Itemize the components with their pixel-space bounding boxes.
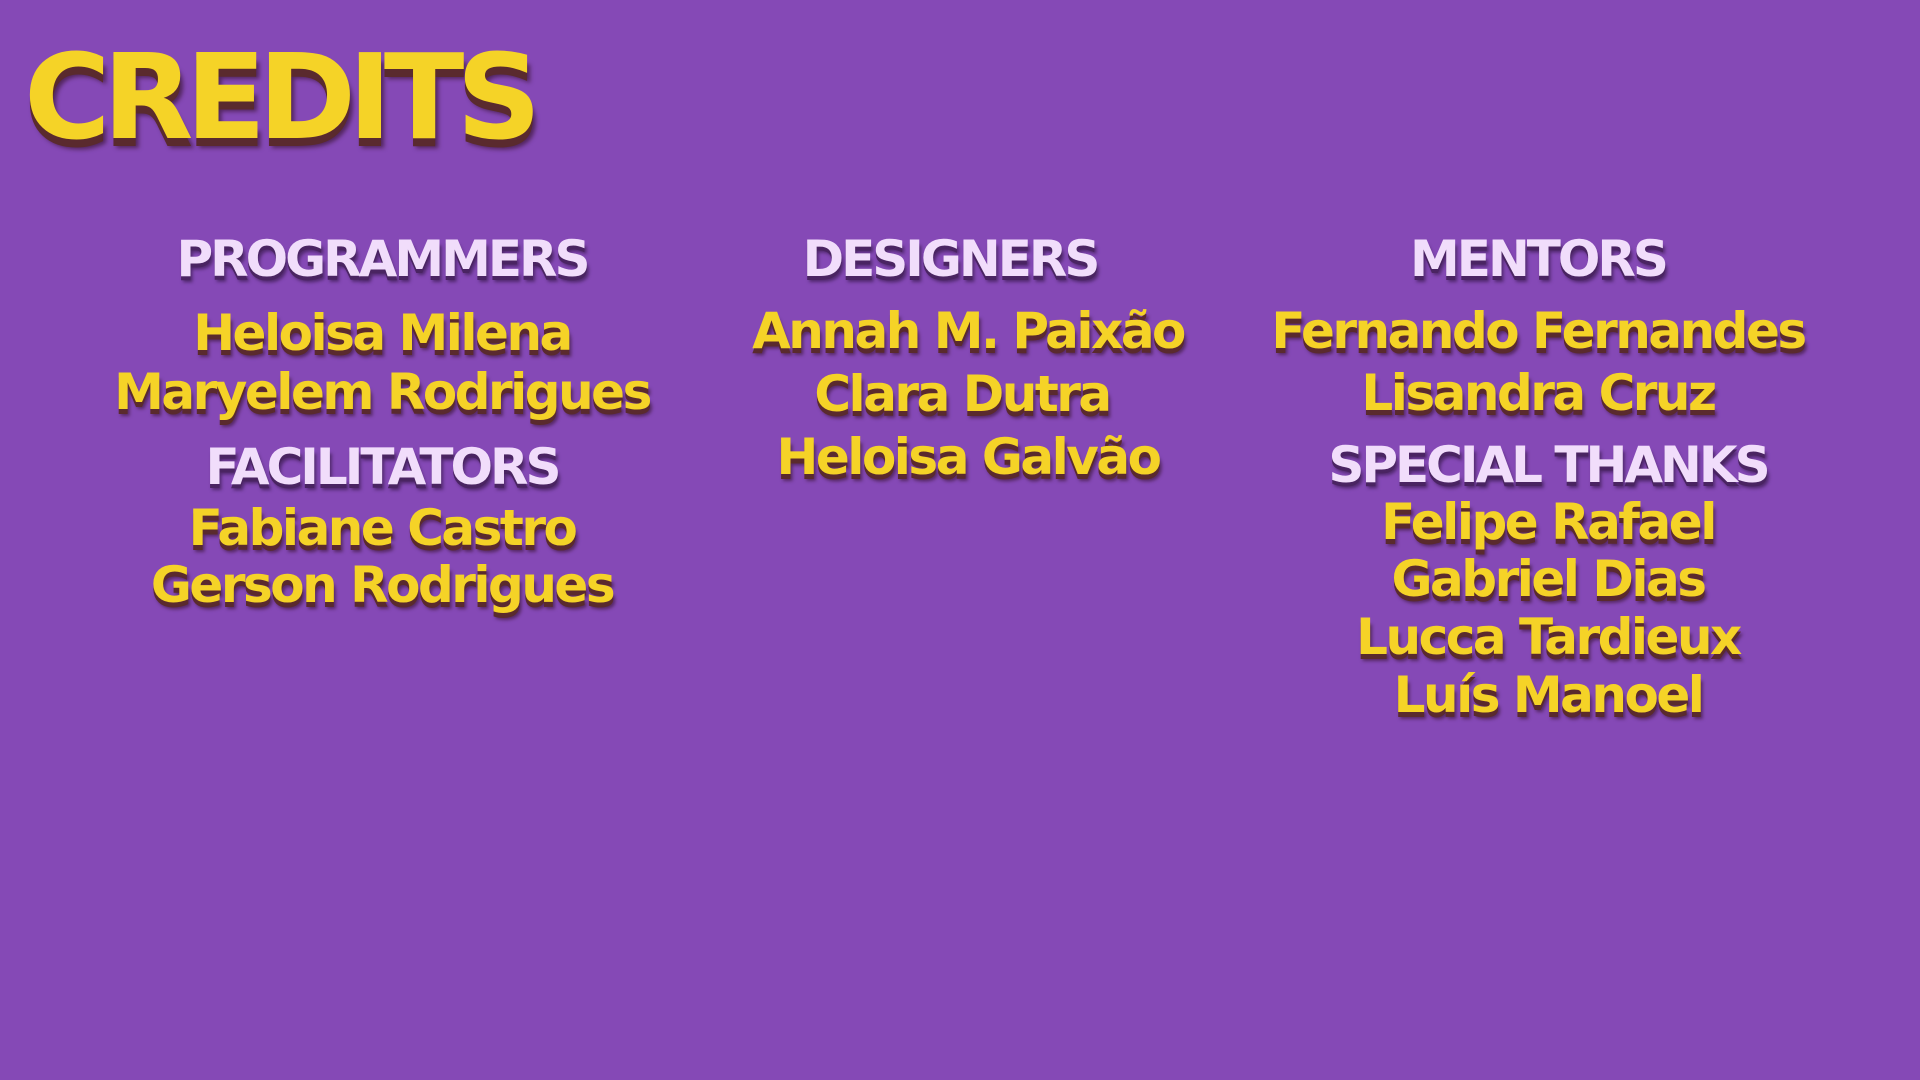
special-thanks-name: Gabriel Dias — [1391, 550, 1707, 608]
special-thanks-name: Luís Manoel — [1393, 666, 1705, 724]
designer-name: Annah M. Paixão — [752, 302, 1186, 360]
mentors-section: MENTORS Fernando Fernandes Lisandra Cruz… — [1228, 0, 1868, 1080]
special-thanks-heading: SPECIAL THANKS — [1328, 436, 1770, 494]
designers-heading: DESIGNERS — [802, 230, 1101, 288]
special-thanks-name: Lucca Tardieux — [1356, 608, 1742, 666]
designers-section: DESIGNERS Annah M. Paixão Clara Dutra He… — [648, 0, 1288, 1080]
programmer-name: Maryelem Rodrigues — [114, 363, 652, 421]
programmers-heading: PROGRAMMERS — [176, 230, 590, 288]
mentors-heading: MENTORS — [1410, 230, 1669, 288]
special-thanks-name: Felipe Rafael — [1381, 493, 1717, 551]
mentor-name: Lisandra Cruz — [1361, 364, 1717, 422]
facilitator-name: Gerson Rodrigues — [150, 556, 616, 614]
credits-screen: CREDITS PROGRAMMERS Heloisa Milena Marye… — [0, 0, 1920, 1080]
designer-name: Heloisa Galvão — [776, 428, 1162, 486]
facilitators-heading: FACILITATORS — [205, 438, 561, 496]
programmer-name: Heloisa Milena — [193, 304, 573, 362]
programmers-section: PROGRAMMERS Heloisa Milena Maryelem Rodr… — [62, 0, 702, 1080]
mentor-name: Fernando Fernandes — [1271, 302, 1807, 360]
facilitator-name: Fabiane Castro — [188, 499, 578, 557]
designer-name: Clara Dutra — [814, 365, 1112, 423]
